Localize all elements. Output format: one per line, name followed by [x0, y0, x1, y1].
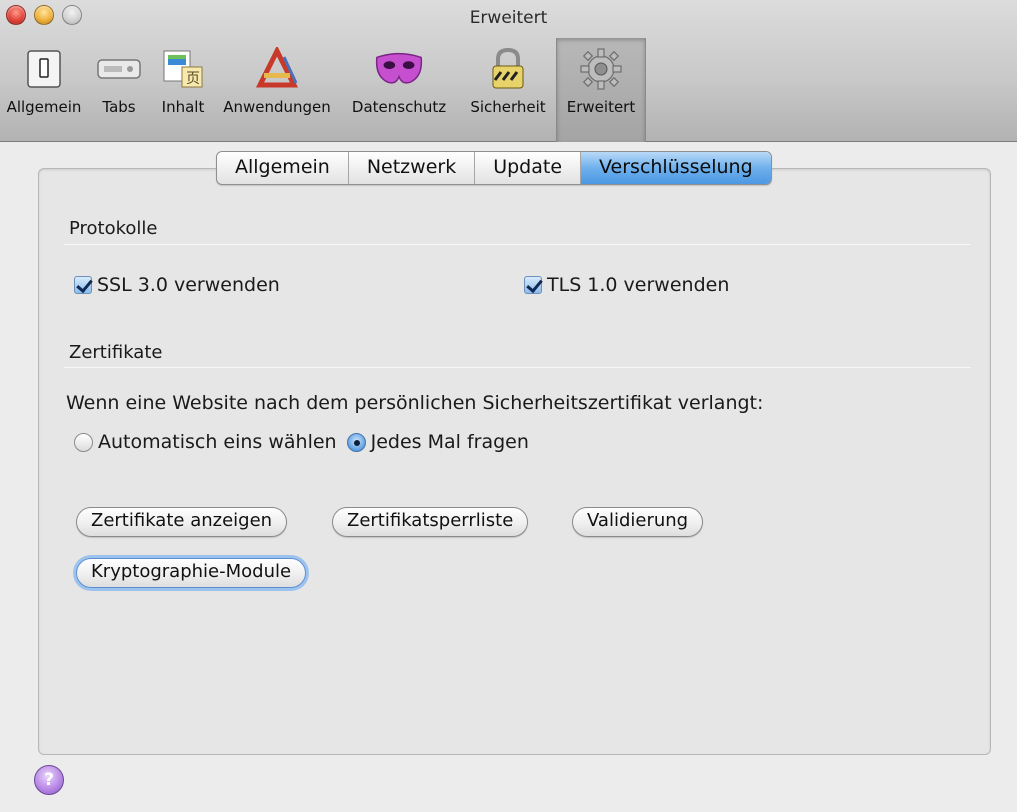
radio-automatic-label[interactable]: Automatisch eins wählen [98, 431, 337, 453]
toolbar-label: Tabs [102, 98, 136, 116]
toolbar-label: Datenschutz [351, 98, 447, 116]
window-titlebar: Erweitert Allgemein Tabs 页 Inhalt Anwend… [0, 0, 1017, 142]
applications-icon [251, 46, 303, 92]
section-divider [64, 244, 971, 245]
lock-icon [482, 46, 534, 92]
toolbar-item-allgemein[interactable]: Allgemein [0, 38, 88, 142]
mask-icon [373, 46, 425, 92]
window-title: Erweitert [469, 8, 548, 28]
validation-button[interactable]: Validierung [572, 507, 704, 537]
tab-netzwerk[interactable]: Netzwerk [349, 152, 476, 184]
show-certificates-button[interactable]: Zertifikate anzeigen [76, 507, 288, 537]
toolbar-label: Allgemein [6, 98, 82, 116]
certificate-choice-group: Automatisch eins wählen Jedes Mal fragen [74, 431, 539, 453]
radio-ask-label[interactable]: Jedes Mal fragen [371, 431, 529, 453]
radio-ask-every-time[interactable] [346, 432, 366, 452]
settings-panel [38, 168, 991, 755]
ssl-label: SSL 3.0 verwenden [97, 274, 280, 296]
preferences-toolbar: Allgemein Tabs 页 Inhalt Anwendungen Date… [0, 38, 646, 142]
revocation-list-button[interactable]: Zertifikatsperrliste [332, 507, 529, 537]
toolbar-item-tabs[interactable]: Tabs [88, 38, 150, 142]
tab-allgemein[interactable]: Allgemein [217, 152, 349, 184]
protocols-heading: Protokolle [69, 218, 158, 239]
tls-label: TLS 1.0 verwenden [547, 274, 730, 296]
toolbar-label: Sicherheit [470, 98, 546, 116]
tab-verschluesselung[interactable]: Verschlüsselung [581, 152, 771, 184]
toolbar-label: Inhalt [161, 98, 205, 116]
toolbar-label: Erweitert [566, 98, 636, 116]
toolbar-label: Anwendungen [223, 98, 331, 116]
svg-text:页: 页 [186, 71, 200, 87]
toolbar-item-inhalt[interactable]: 页 Inhalt [150, 38, 216, 142]
ssl-checkbox-row[interactable]: SSL 3.0 verwenden [74, 274, 280, 296]
toolbar-item-erweitert[interactable]: Erweitert [556, 38, 646, 142]
tls-checkbox-row[interactable]: TLS 1.0 verwenden [524, 274, 729, 296]
toolbar-item-anwendungen[interactable]: Anwendungen [216, 38, 338, 142]
toolbar-item-datenschutz[interactable]: Datenschutz [338, 38, 460, 142]
certificates-heading: Zertifikate [69, 342, 163, 363]
tls-checkbox[interactable] [524, 276, 542, 294]
certificate-description: Wenn eine Website nach dem persönlichen … [66, 392, 764, 414]
crypto-modules-button[interactable]: Kryptographie-Module [76, 558, 307, 588]
help-button[interactable]: ? [34, 765, 64, 795]
section-divider [64, 367, 971, 368]
tabs-icon [93, 46, 145, 92]
radio-automatic[interactable] [74, 432, 93, 452]
gear-icon [575, 46, 627, 92]
tab-update[interactable]: Update [475, 152, 582, 184]
content-icon: 页 [157, 46, 209, 92]
switch-icon [18, 46, 70, 92]
toolbar-item-sicherheit[interactable]: Sicherheit [460, 38, 556, 142]
ssl-checkbox[interactable] [74, 276, 92, 294]
tab-bar: Allgemein Netzwerk Update Verschlüsselun… [216, 151, 772, 185]
